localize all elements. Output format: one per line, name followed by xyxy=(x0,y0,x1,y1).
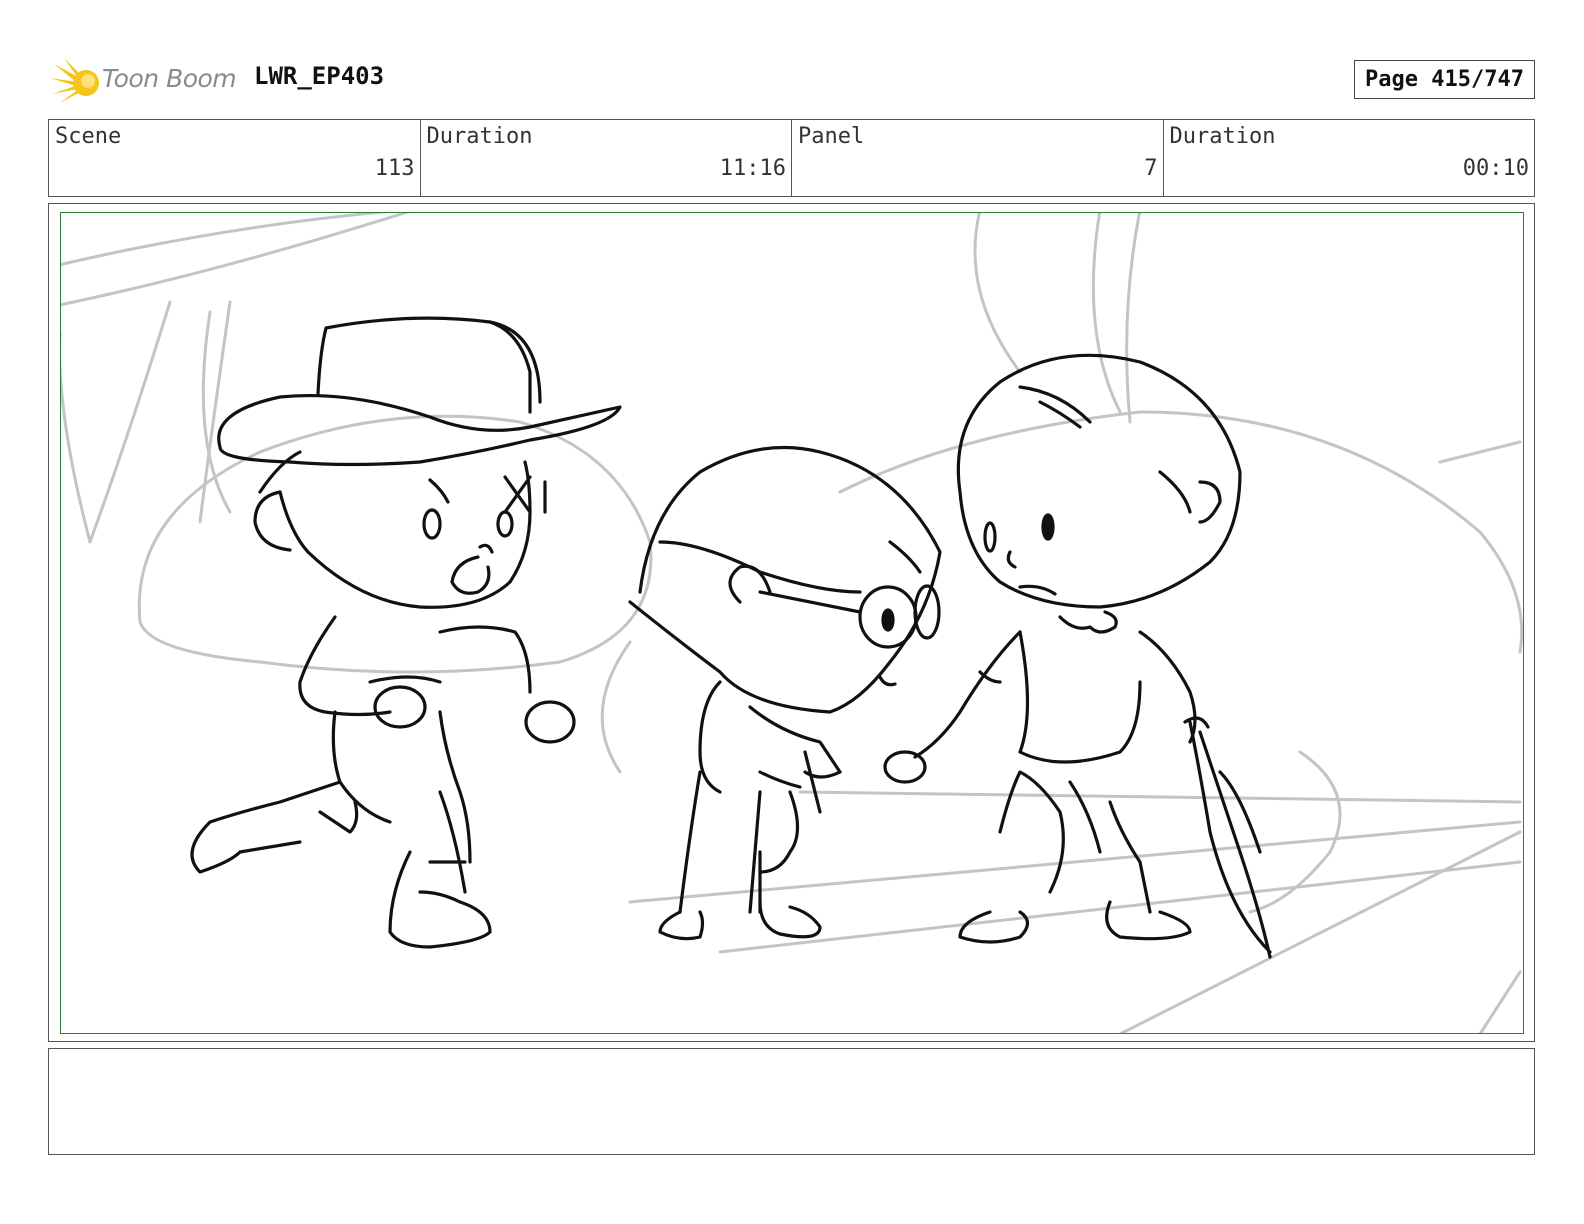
toon-boom-logo: Toon Boom xyxy=(50,56,240,106)
panel-duration-label: Duration xyxy=(1169,124,1276,149)
burst-icon xyxy=(50,58,99,103)
project-title: LWR_EP403 xyxy=(254,62,385,90)
scene-duration-cell: Duration 11:16 xyxy=(421,120,792,196)
scene-cell: Scene 113 xyxy=(49,120,421,196)
scene-label: Scene xyxy=(55,124,122,149)
scene-info-table: Scene 113 Duration 11:16 Panel 7 Duratio… xyxy=(48,119,1535,197)
panel-cell: Panel 7 xyxy=(792,120,1164,196)
panel-duration-cell: Duration 00:10 xyxy=(1164,120,1535,196)
safe-area-frame xyxy=(60,212,1524,1034)
scene-value: 113 xyxy=(374,156,415,181)
panel-label: Panel xyxy=(798,124,865,149)
panel-notes-box[interactable] xyxy=(48,1048,1535,1155)
panel-duration-value: 00:10 xyxy=(1462,156,1529,181)
scene-duration-value: 11:16 xyxy=(719,156,786,181)
logo-text: Toon Boom xyxy=(102,64,237,93)
page-indicator: Page 415/747 xyxy=(1354,60,1535,99)
scene-duration-label: Duration xyxy=(426,124,533,149)
panel-value: 7 xyxy=(1144,156,1158,181)
